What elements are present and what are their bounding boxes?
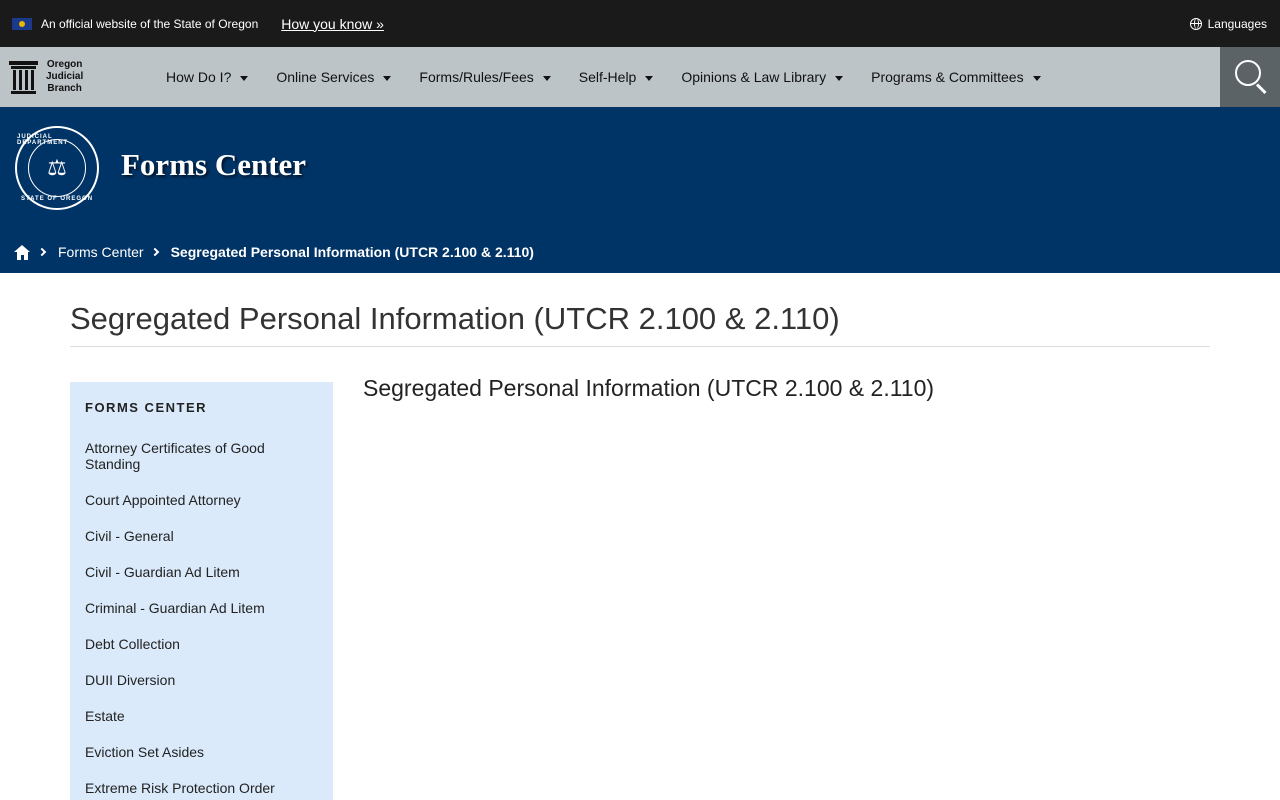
caret-down-icon <box>383 75 392 81</box>
breadcrumb-forms-center[interactable]: Forms Center <box>58 244 144 260</box>
nav-how-do-i[interactable]: How Do I? <box>166 69 249 85</box>
sidebar-item-estate[interactable]: Estate <box>85 708 318 724</box>
sidebar: FORMS CENTER Attorney Certificates of Go… <box>70 382 333 800</box>
judicial-department-seal: JUDICIAL DEPARTMENT ⚖ STATE OF OREGON <box>15 126 99 210</box>
nav-self-help[interactable]: Self-Help <box>579 69 654 85</box>
caret-down-icon <box>1032 75 1041 81</box>
nav-opinions-law-library[interactable]: Opinions & Law Library <box>681 69 844 85</box>
sidebar-item-civil-general[interactable]: Civil - General <box>85 528 318 544</box>
nav-menu: How Do I? Online Services Forms/Rules/Fe… <box>166 69 1069 85</box>
hero-banner: JUDICIAL DEPARTMENT ⚖ STATE OF OREGON Fo… <box>0 107 1280 273</box>
sidebar-item-criminal-guardian-ad-litem[interactable]: Criminal - Guardian Ad Litem <box>85 600 318 616</box>
sidebar-item-attorney-certificates[interactable]: Attorney Certificates of Good Standing <box>85 440 318 472</box>
brand-name: Oregon Judicial Branch <box>46 59 84 94</box>
home-icon[interactable] <box>14 244 31 260</box>
nav-programs-committees[interactable]: Programs & Committees <box>871 69 1041 85</box>
sidebar-item-eviction-set-asides[interactable]: Eviction Set Asides <box>85 744 318 760</box>
languages-button[interactable]: Languages <box>1189 16 1267 31</box>
title-divider <box>70 346 1210 347</box>
oregon-flag-icon <box>12 17 32 30</box>
brand-logo-link[interactable]: Oregon Judicial Branch <box>0 47 150 107</box>
sidebar-item-extreme-risk-protection-order[interactable]: Extreme Risk Protection Order <box>85 780 318 796</box>
page-title: Segregated Personal Information (UTCR 2.… <box>70 301 840 336</box>
sidebar-item-civil-guardian-ad-litem[interactable]: Civil - Guardian Ad Litem <box>85 564 318 580</box>
caret-down-icon <box>542 75 551 81</box>
globe-icon <box>1189 17 1202 30</box>
nav-online-services[interactable]: Online Services <box>276 69 392 85</box>
sidebar-item-debt-collection[interactable]: Debt Collection <box>85 636 318 652</box>
main-navigation: Oregon Judicial Branch How Do I? Online … <box>0 47 1280 107</box>
caret-down-icon <box>835 75 844 81</box>
how-you-know-link[interactable]: How you know » <box>281 16 384 32</box>
main-heading: Segregated Personal Information (UTCR 2.… <box>363 375 935 401</box>
search-button[interactable] <box>1220 47 1280 107</box>
languages-label: Languages <box>1207 16 1267 31</box>
search-icon <box>1235 60 1261 86</box>
sidebar-item-duii-diversion[interactable]: DUII Diversion <box>85 672 318 688</box>
hero-title: Forms Center <box>121 147 307 182</box>
chevron-right-icon <box>150 247 159 257</box>
caret-down-icon <box>645 75 654 81</box>
nav-forms-rules-fees[interactable]: Forms/Rules/Fees <box>419 69 551 85</box>
breadcrumb-current: Segregated Personal Information (UTCR 2.… <box>170 244 534 260</box>
caret-down-icon <box>240 75 249 81</box>
sidebar-heading: FORMS CENTER <box>85 400 207 415</box>
scales-of-justice-icon: ⚖ <box>28 139 86 197</box>
sidebar-item-court-appointed-attorney[interactable]: Court Appointed Attorney <box>85 492 318 508</box>
courthouse-pillar-icon <box>9 60 38 94</box>
breadcrumb: Forms Center Segregated Personal Informa… <box>14 244 534 260</box>
official-banner: An official website of the State of Oreg… <box>0 0 1280 47</box>
chevron-right-icon <box>37 247 47 257</box>
official-website-text: An official website of the State of Oreg… <box>41 16 259 31</box>
